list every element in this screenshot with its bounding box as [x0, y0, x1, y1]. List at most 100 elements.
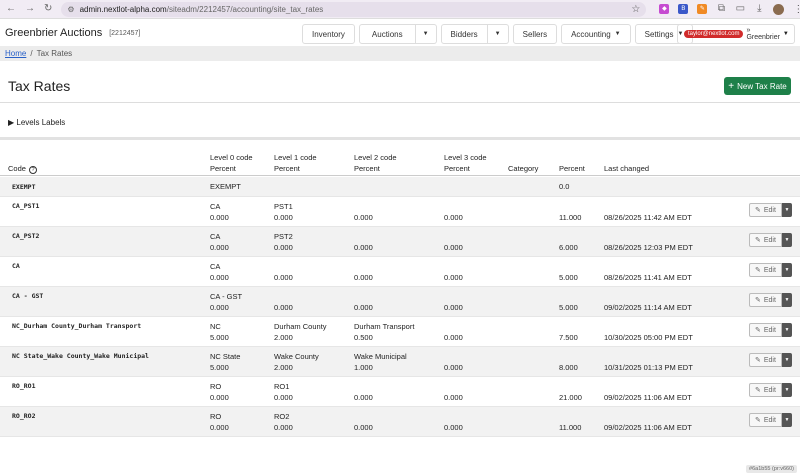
- edit-button[interactable]: ✎ Edit: [749, 203, 782, 217]
- header-level2-percent: Percent: [354, 164, 380, 173]
- url-host: admin.nextlot-alpha.com: [79, 4, 167, 14]
- level2-percent: 0.000: [354, 393, 373, 402]
- level3-percent: 0.000: [444, 423, 463, 432]
- edit-label: Edit: [763, 416, 776, 424]
- edit-dropdown-toggle[interactable]: ▼: [781, 323, 792, 337]
- total-percent: 21.000: [559, 393, 582, 402]
- level1-code: PST1: [274, 202, 293, 211]
- sidebar-icon[interactable]: ▭: [735, 4, 745, 14]
- edit-button-group: ✎ Edit ▼: [749, 263, 792, 277]
- edit-label: Edit: [763, 326, 776, 334]
- level0-code: RO: [210, 382, 222, 391]
- total-percent: 0.0: [559, 182, 570, 191]
- edit-button[interactable]: ✎ Edit: [749, 413, 782, 427]
- edit-dropdown-toggle[interactable]: ▼: [781, 233, 792, 247]
- edit-button[interactable]: ✎ Edit: [749, 323, 782, 337]
- edit-icon: ✎: [755, 417, 761, 424]
- header-level2: Level 2 code Percent: [354, 152, 397, 174]
- edit-dropdown-toggle[interactable]: ▼: [781, 293, 792, 307]
- level3-percent: 0.000: [444, 393, 463, 402]
- edit-label: Edit: [763, 386, 776, 394]
- total-percent: 8.000: [559, 363, 578, 372]
- header-level3: Level 3 code Percent: [444, 152, 487, 174]
- reload-icon[interactable]: ↻: [44, 4, 52, 14]
- edit-button-group: ✎ Edit ▼: [749, 413, 792, 427]
- level0-code: CA - GST: [210, 292, 243, 301]
- edit-label: Edit: [763, 356, 776, 364]
- last-changed: 08/26/2025 12:03 PM EDT: [604, 243, 693, 252]
- bidders-dropdown-toggle[interactable]: ▼: [487, 24, 509, 44]
- nav-auctions[interactable]: Auctions: [358, 24, 416, 44]
- header-code-label: Code: [8, 164, 26, 173]
- level2-code: Wake Municipal: [354, 352, 407, 361]
- edit-button[interactable]: ✎ Edit: [749, 233, 782, 247]
- nav-accounting[interactable]: Accounting ▼: [561, 24, 631, 44]
- level0-code: CA: [210, 262, 221, 271]
- edit-button[interactable]: ✎ Edit: [749, 263, 782, 277]
- extension-icon[interactable]: B: [678, 4, 689, 14]
- table-row: RO_RO1 RO 0.000 RO1 0.000 0.000 0.000 21…: [0, 377, 800, 407]
- extension-icon[interactable]: ✎: [697, 4, 708, 14]
- last-changed: 10/31/2025 01:13 PM EDT: [604, 363, 693, 372]
- nav-sellers[interactable]: Sellers: [512, 24, 558, 44]
- site-info-icon[interactable]: ⚙: [67, 5, 74, 14]
- edit-dropdown-toggle[interactable]: ▼: [781, 203, 792, 217]
- nav-inventory[interactable]: Inventory: [302, 24, 355, 44]
- header-level2-code: Level 2 code: [354, 153, 397, 162]
- level1-percent: 0.000: [274, 273, 293, 282]
- menu-icon[interactable]: ⋮: [793, 4, 800, 15]
- edit-label: Edit: [763, 296, 776, 304]
- edit-button[interactable]: ✎ Edit: [749, 383, 782, 397]
- new-tax-rate-button[interactable]: + New Tax Rate: [724, 77, 791, 95]
- auctions-dropdown-toggle[interactable]: ▼: [415, 24, 437, 44]
- level0-code: NC: [210, 322, 221, 331]
- nav-bidders-group: Bidders ▼: [440, 24, 509, 44]
- tax-rates-table: EXEMPT EXEMPT 0.0 CA_PST1 CA 0.000 PST1 …: [0, 177, 800, 437]
- table-row: CA CA 0.000 0.000 0.000 0.000 5.000 08/2…: [0, 257, 800, 287]
- bookmark-star-icon[interactable]: ☆: [631, 4, 640, 15]
- forward-icon[interactable]: →: [25, 4, 35, 14]
- breadcrumb-home-link[interactable]: Home: [5, 49, 26, 58]
- extension-icon[interactable]: ◆: [659, 4, 670, 14]
- row-code: NC State_Wake County_Wake Municipal: [12, 352, 149, 360]
- header-level1-percent: Percent: [274, 164, 300, 173]
- download-icon[interactable]: ⤓: [754, 4, 764, 14]
- total-percent: 6.000: [559, 243, 578, 252]
- edit-label: Edit: [763, 266, 776, 274]
- level1-code: Wake County: [274, 352, 319, 361]
- divider: [0, 102, 800, 103]
- header-level0: Level 0 code Percent: [210, 152, 253, 174]
- edit-dropdown-toggle[interactable]: ▼: [781, 413, 792, 427]
- last-changed: 08/26/2025 11:41 AM EDT: [604, 273, 692, 282]
- levels-labels-toggle[interactable]: ▶ Levels Labels: [8, 118, 65, 127]
- back-icon[interactable]: ←: [6, 4, 16, 14]
- table-row: NC_Durham County_Durham Transport NC 5.0…: [0, 317, 800, 347]
- edit-button[interactable]: ✎ Edit: [749, 293, 782, 307]
- nav-bidders[interactable]: Bidders: [440, 24, 488, 44]
- profile-avatar[interactable]: [773, 3, 785, 15]
- level2-percent: 0.000: [354, 243, 373, 252]
- edit-button[interactable]: ✎ Edit: [749, 353, 782, 367]
- edit-dropdown-toggle[interactable]: ▼: [781, 383, 792, 397]
- user-site-label: » Greenbrier: [746, 27, 780, 41]
- last-changed: 08/26/2025 11:42 AM EDT: [604, 213, 692, 222]
- total-percent: 5.000: [559, 303, 578, 312]
- level2-percent: 0.000: [354, 303, 373, 312]
- edit-dropdown-toggle[interactable]: ▼: [781, 353, 792, 367]
- address-bar[interactable]: ⚙ admin.nextlot-alpha.com/siteadm/221245…: [61, 1, 647, 17]
- level3-percent: 0.000: [444, 243, 463, 252]
- edit-button-group: ✎ Edit ▼: [749, 203, 792, 217]
- row-code: RO_RO2: [12, 412, 36, 420]
- edit-button-group: ✎ Edit ▼: [749, 233, 792, 247]
- header-level3-code: Level 3 code: [444, 153, 487, 162]
- edit-dropdown-toggle[interactable]: ▼: [781, 263, 792, 277]
- user-menu[interactable]: taylor@nextlot.com » Greenbrier ▼: [677, 24, 795, 44]
- help-circle-icon[interactable]: ?: [29, 166, 38, 174]
- level1-code: RO2: [274, 412, 290, 421]
- caret-down-icon: ▼: [782, 31, 789, 37]
- level1-percent: 0.000: [274, 423, 293, 432]
- table-row: CA_PST2 CA 0.000 PST2 0.000 0.000 0.000 …: [0, 227, 800, 257]
- row-code: CA_PST2: [12, 232, 40, 240]
- puzzle-icon[interactable]: ⧉: [716, 4, 726, 14]
- brand-name[interactable]: Greenbrier Auctions: [5, 27, 102, 39]
